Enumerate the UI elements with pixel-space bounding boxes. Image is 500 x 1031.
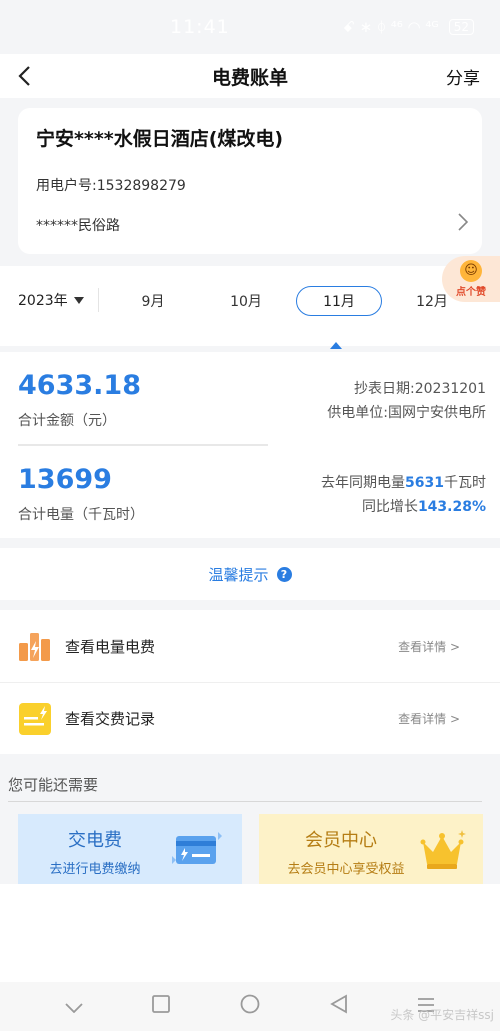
payment-record-icon [18, 702, 52, 736]
nav-bar: 电费账单 分享 [0, 54, 500, 98]
account-card[interactable]: 宁安****水假日酒店(煤改电) 用电户号:1532898279 ******民… [18, 108, 482, 254]
smiley-icon: ☺ [460, 260, 482, 282]
last-year-unit: 千瓦时 [444, 475, 486, 491]
collapse-chevron-icon[interactable] [65, 994, 83, 1019]
status-icons: ꗃ ∗ ᛰ ⁴⁶ ◠ ⁴ᴳ [342, 18, 439, 36]
selected-month-pointer [330, 342, 342, 349]
chevron-right-icon[interactable] [458, 212, 469, 237]
divider [18, 444, 268, 446]
section-title: 您可能还需要 [8, 774, 482, 802]
help-icon: ? [276, 566, 292, 582]
view-details-link[interactable]: 查看详情 > [398, 710, 460, 727]
total-amount-label: 合计金额（元） [18, 413, 116, 429]
list-item-label: 查看电量电费 [65, 637, 156, 656]
last-year-usage: 去年同期电量5631千瓦时 [321, 472, 486, 492]
last-year-value: 5631 [405, 475, 444, 491]
list-item-label: 查看交费记录 [65, 710, 156, 728]
total-amount: 4633.18 [18, 370, 141, 401]
last-year-prefix: 去年同期电量 [321, 475, 406, 491]
list-item-usage-fees[interactable]: 查看电量电费 查看详情 > [0, 610, 500, 682]
total-usage-label: 合计电量（千瓦时） [18, 507, 144, 523]
yoy-growth: 同比增长143.28% [362, 496, 486, 516]
bill-summary: 4633.18 合计金额（元） 抄表日期:20231201 供电单位:国网宁安供… [0, 352, 500, 538]
blank-area [0, 884, 500, 982]
status-indicators: ꗃ ∗ ᛰ ⁴⁶ ◠ ⁴ᴳ 52 [343, 18, 474, 36]
bar-chart-icon [18, 629, 52, 663]
watermark: 头条 @平安吉祥ssj [390, 1008, 494, 1022]
status-bar: 11:41 ꗃ ∗ ᛰ ⁴⁶ ◠ ⁴ᴳ 52 [0, 0, 500, 54]
yoy-value: 143.28% [417, 499, 486, 515]
supplier: 供电单位:国网宁安供电所 [327, 405, 486, 421]
crown-icon [417, 828, 467, 876]
account-name: 宁安****水假日酒店(煤改电) [36, 128, 284, 150]
back-triangle-icon[interactable] [329, 993, 348, 1020]
like-button[interactable]: ☺ 点个赞 [442, 256, 500, 302]
read-date: 抄表日期:20231201 [354, 381, 486, 397]
pay-bill-card[interactable]: 交电费 去进行电费缴纳 [18, 814, 242, 884]
month-tab-10[interactable]: 10月 [203, 286, 289, 316]
battery-icon: 52 [448, 19, 474, 35]
account-address: ******民俗路 [36, 218, 120, 234]
year-dropdown[interactable]: 2023年 [18, 290, 84, 310]
share-button[interactable]: 分享 [446, 64, 480, 89]
month-tab-9[interactable]: 9月 [110, 286, 196, 316]
divider [98, 288, 99, 312]
home-circle-icon[interactable] [240, 994, 260, 1020]
month-selector: 2023年 9月 10月 11月 12月 [0, 266, 500, 349]
member-center-card[interactable]: 会员中心 去会员中心享受权益 [259, 814, 483, 884]
page-title: 电费账单 [211, 66, 288, 89]
recents-square-icon[interactable] [152, 994, 171, 1019]
warm-tip-button[interactable]: 温馨提示 ? [0, 548, 500, 600]
status-time: 11:41 [170, 16, 230, 38]
bank-card-icon [170, 828, 226, 872]
warm-tip-label: 温馨提示 [208, 565, 269, 584]
year-label: 2023年 [18, 293, 68, 309]
total-usage: 13699 [18, 464, 112, 495]
account-number: 用电户号:1532898279 [36, 178, 186, 194]
system-nav-bar: 头条 @平安吉祥ssj [0, 982, 500, 1031]
like-label: 点个赞 [456, 287, 486, 298]
back-chevron-icon[interactable] [10, 62, 38, 90]
view-details-link[interactable]: 查看详情 > [398, 638, 460, 655]
caret-down-icon [73, 296, 84, 304]
list-item-payment-records[interactable]: 查看交费记录 查看详情 > [0, 682, 500, 754]
yoy-prefix: 同比增长 [361, 499, 418, 515]
month-tab-11[interactable]: 11月 [296, 286, 382, 316]
link-list: 查看电量电费 查看详情 > 查看交费记录 查看详情 > [0, 610, 500, 754]
